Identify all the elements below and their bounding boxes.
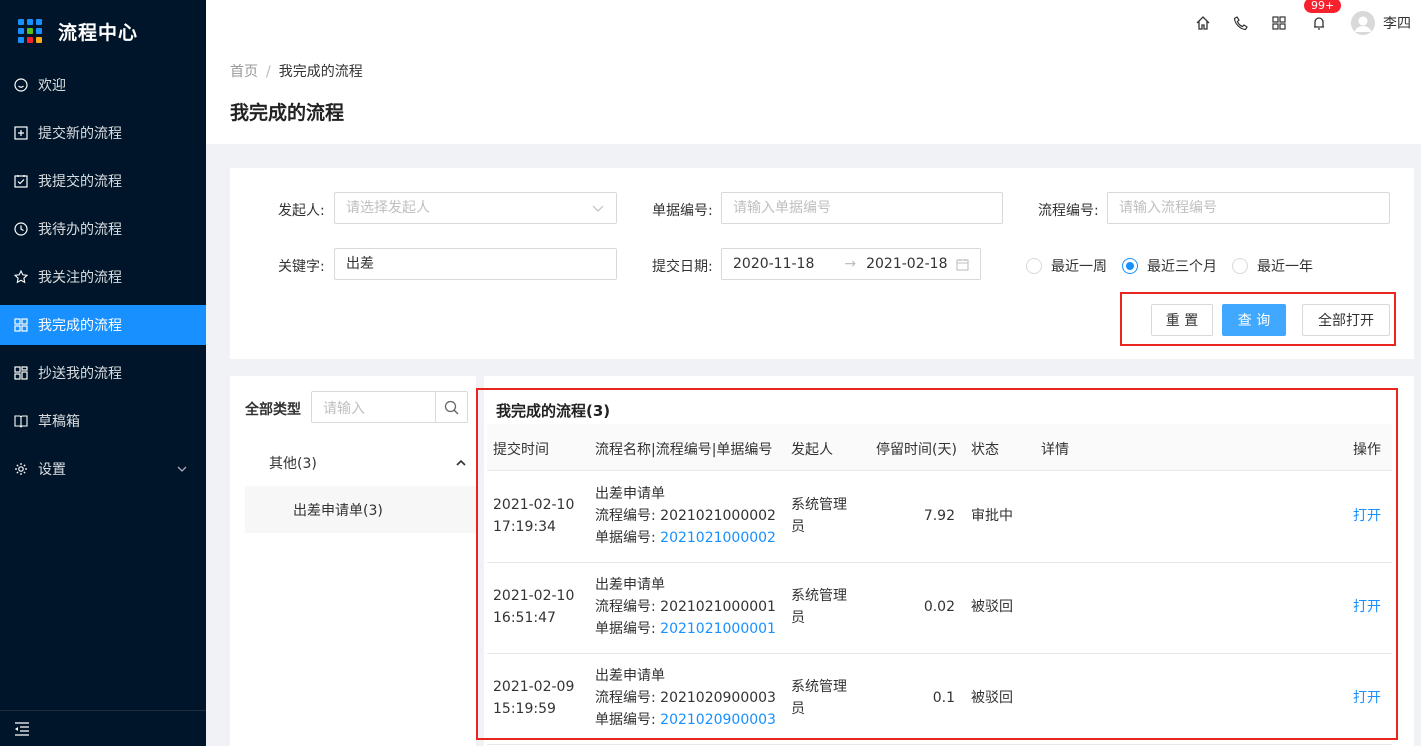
tree-search-input[interactable]: 请输入: [311, 391, 468, 423]
app-grid-logo-icon: [18, 19, 42, 43]
home-icon[interactable]: [1195, 15, 1211, 31]
menu-fold-icon: [15, 721, 29, 736]
flow-no-input[interactable]: 请输入流程编号: [1107, 192, 1390, 224]
date-start[interactable]: 2020-11-18: [733, 249, 814, 279]
book-icon: [14, 414, 28, 428]
tree-leaf-label: 出差申请单(3): [293, 503, 383, 519]
sidebar-item-my-submitted[interactable]: 我提交的流程: [0, 161, 206, 201]
initiator-select[interactable]: 请选择发起人: [334, 192, 617, 224]
flow-no-label: 流程编号:: [1038, 203, 1099, 219]
tree-leaf-travel-request[interactable]: 出差申请单(3): [245, 486, 476, 533]
top-header: 99+ 李四: [206, 0, 1421, 46]
radio-circle-selected: [1122, 258, 1138, 274]
sidebar-item-my-completed[interactable]: 我完成的流程: [0, 305, 206, 345]
chevron-up-icon[interactable]: [456, 458, 466, 468]
plus-square-icon: [14, 126, 28, 140]
search-button[interactable]: [435, 392, 467, 422]
phone-icon[interactable]: [1233, 15, 1249, 31]
clock-icon: [14, 222, 28, 236]
date-arrow: →: [844, 256, 857, 272]
cc-icon: [14, 366, 28, 380]
radio-last-week[interactable]: 最近一周: [1026, 256, 1107, 276]
app-title: 流程中心: [58, 21, 139, 44]
appstore-icon[interactable]: [1271, 15, 1287, 31]
notification-badge: 99+: [1303, 0, 1343, 14]
initiator-label: 发起人:: [278, 203, 325, 219]
appstore-icon: [14, 318, 28, 332]
breadcrumb-home[interactable]: 首页: [230, 64, 258, 80]
sidebar-item-settings[interactable]: 设置: [0, 449, 206, 489]
notification-bell[interactable]: 99+: [1303, 0, 1343, 31]
radio-label: 最近三个月: [1147, 259, 1217, 275]
check-square-icon: [14, 174, 28, 188]
doc-no-label: 单据编号:: [652, 203, 713, 219]
table-highlight-box: [476, 388, 1398, 740]
tree-search-placeholder: 请输入: [323, 401, 365, 417]
page-title: 我完成的流程: [230, 102, 345, 124]
query-button[interactable]: 查 询: [1222, 304, 1286, 336]
radio-last-3-months[interactable]: 最近三个月: [1122, 256, 1217, 276]
star-icon: [14, 270, 28, 284]
filter-panel: 发起人: 请选择发起人 单据编号: 请输入单据编号 流程编号: 请输入流程编号 …: [230, 168, 1414, 359]
sidebar-item-label: 欢迎: [38, 78, 66, 94]
radio-circle: [1026, 258, 1042, 274]
sidebar-item-my-todo[interactable]: 我待办的流程: [0, 209, 206, 249]
logo[interactable]: 流程中心: [0, 0, 206, 62]
calendar-icon: [956, 259, 969, 271]
search-icon: [444, 400, 459, 414]
tree-node-other[interactable]: 其他(3): [269, 453, 317, 473]
sidebar-menu: 欢迎 提交新的流程 我提交的流程 我待办的流程 我关注的流程 我完成的流程 抄送…: [0, 65, 206, 489]
sidebar-item-label: 我完成的流程: [38, 318, 122, 334]
breadcrumb-current: 我完成的流程: [278, 64, 363, 80]
user-name[interactable]: 李四: [1383, 13, 1411, 33]
sidebar-item-label: 我提交的流程: [38, 174, 122, 190]
radio-last-year[interactable]: 最近一年: [1232, 256, 1313, 276]
sidebar-item-label: 设置: [38, 462, 66, 478]
tree-title: 全部类型: [245, 402, 301, 418]
keyword-value: 出差: [346, 256, 374, 272]
keyword-label: 关键字:: [278, 259, 325, 275]
radio-label: 最近一周: [1051, 259, 1107, 275]
doc-no-placeholder: 请输入单据编号: [733, 200, 831, 216]
date-label: 提交日期:: [652, 259, 713, 275]
sidebar-item-welcome[interactable]: 欢迎: [0, 65, 206, 105]
smile-icon: [14, 78, 28, 92]
sidebar-item-label: 我待办的流程: [38, 222, 122, 238]
date-range-picker[interactable]: 2020-11-18 → 2021-02-18: [721, 248, 981, 280]
chevron-down-icon: [177, 466, 187, 472]
chevron-down-icon: [592, 205, 604, 212]
open-all-button[interactable]: 全部打开: [1302, 304, 1390, 336]
type-tree-panel: 全部类型 请输入 其他(3) 出差申请单(3): [230, 376, 476, 746]
keyword-input[interactable]: 出差: [334, 248, 617, 280]
date-end[interactable]: 2021-02-18: [866, 249, 947, 279]
breadcrumb: 首页 / 我完成的流程: [230, 61, 363, 81]
sidebar-item-cc-me[interactable]: 抄送我的流程: [0, 353, 206, 393]
reset-button[interactable]: 重 置: [1151, 304, 1213, 336]
sidebar-item-drafts[interactable]: 草稿箱: [0, 401, 206, 441]
flow-no-placeholder: 请输入流程编号: [1119, 200, 1217, 216]
radio-circle: [1232, 258, 1248, 274]
sidebar-item-label: 抄送我的流程: [38, 366, 122, 382]
avatar[interactable]: [1351, 11, 1375, 35]
sidebar-item-my-followed[interactable]: 我关注的流程: [0, 257, 206, 297]
sidebar-item-label: 提交新的流程: [38, 126, 122, 142]
sidebar-item-label: 我关注的流程: [38, 270, 122, 286]
gear-icon: [14, 462, 28, 476]
sidebar-item-label: 草稿箱: [38, 414, 80, 430]
collapse-sidebar-button[interactable]: [0, 710, 206, 746]
page-header: 首页 / 我完成的流程 我完成的流程: [206, 46, 1421, 144]
bell-icon: [1314, 17, 1324, 30]
radio-label: 最近一年: [1257, 259, 1313, 275]
sidebar: 流程中心 欢迎 提交新的流程 我提交的流程 我待办的流程 我关注的流程 我完成的…: [0, 0, 206, 746]
breadcrumb-separator: /: [266, 64, 271, 80]
sidebar-item-submit-new[interactable]: 提交新的流程: [0, 113, 206, 153]
initiator-placeholder: 请选择发起人: [346, 200, 430, 216]
doc-no-input[interactable]: 请输入单据编号: [721, 192, 1003, 224]
